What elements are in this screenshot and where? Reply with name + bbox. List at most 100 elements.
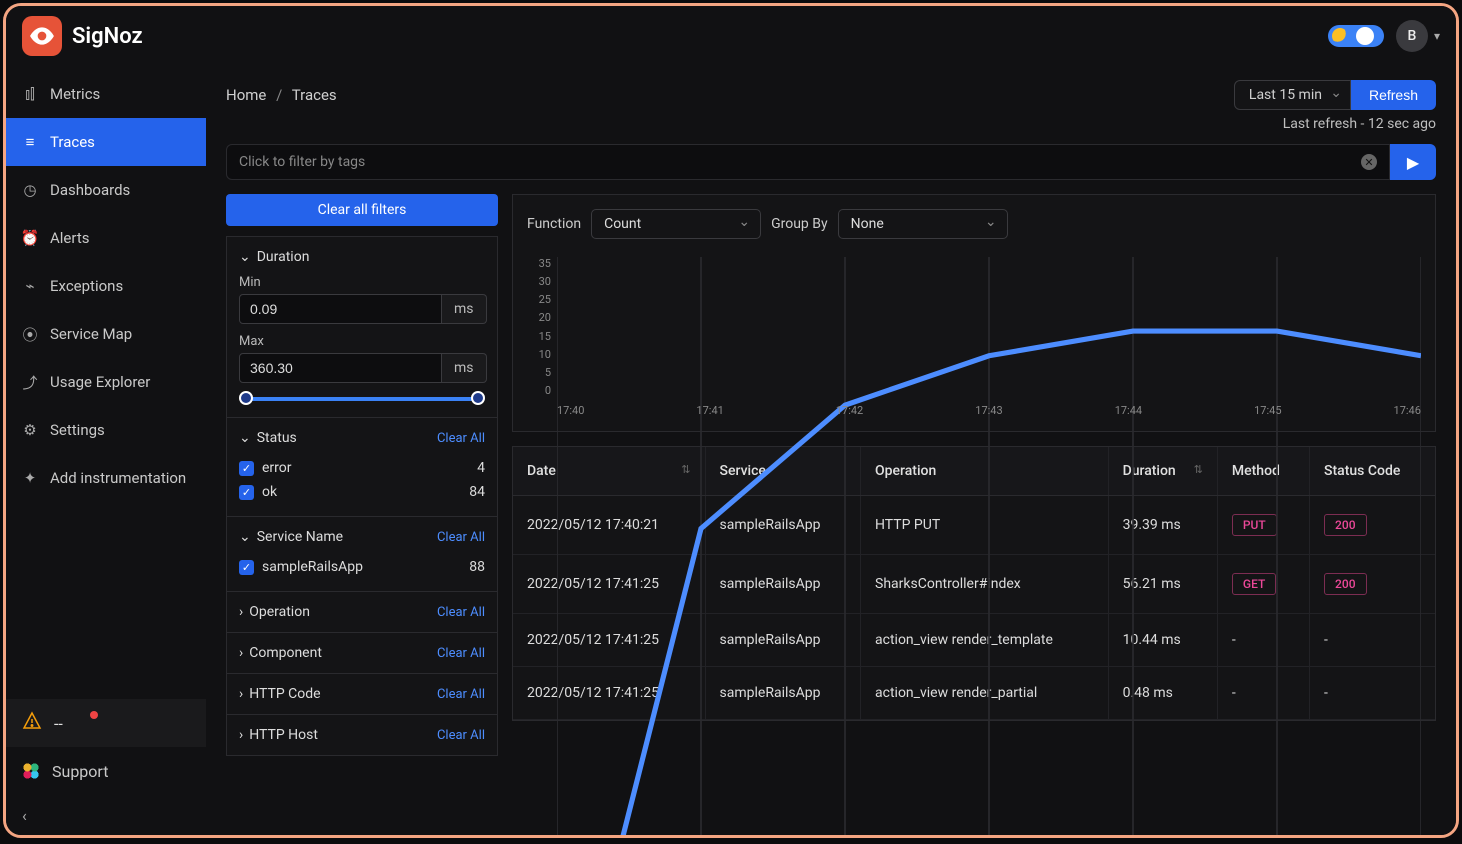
sidebar-item-metrics[interactable]: ⫾⫿ Metrics xyxy=(6,70,206,118)
function-label: Function xyxy=(527,216,581,232)
sidebar: ⫾⫿ Metrics ≡ Traces ◷ Dashboards ⏰ Alert… xyxy=(6,66,206,835)
filter-section-http-host: › HTTP Host Clear All xyxy=(226,714,498,756)
checkbox-icon[interactable]: ✓ xyxy=(239,560,254,575)
chart-y-axis: 35302520151050 xyxy=(527,257,551,397)
bar-chart-icon: ⫾⫿ xyxy=(22,85,38,103)
tag-filter-input[interactable]: Click to filter by tags ✕ xyxy=(226,144,1390,180)
duration-max-input[interactable] xyxy=(239,353,442,383)
status-option-ok[interactable]: ✓ ok 84 xyxy=(239,480,485,504)
support-link[interactable]: Support xyxy=(6,747,206,795)
service-option-sampleRailsApp[interactable]: ✓ sampleRailsApp 88 xyxy=(239,555,485,579)
option-label: sampleRailsApp xyxy=(262,559,363,575)
sidebar-item-alerts[interactable]: ⏰ Alerts xyxy=(6,214,206,262)
duration-slider[interactable] xyxy=(245,397,479,401)
chevron-right-icon[interactable]: › xyxy=(239,645,243,661)
line-chart-icon: ⤴ xyxy=(22,372,38,393)
theme-toggle[interactable] xyxy=(1328,25,1384,47)
option-count: 4 xyxy=(477,460,485,476)
breadcrumb-current: Traces xyxy=(292,86,337,104)
duration-min-input[interactable] xyxy=(239,294,442,324)
section-title: Component xyxy=(249,645,322,661)
function-select[interactable]: Count xyxy=(591,209,761,239)
status-dot-icon xyxy=(90,711,98,719)
breadcrumb: Home / Traces xyxy=(226,86,337,104)
chevron-right-icon[interactable]: › xyxy=(239,727,243,743)
user-menu-caret-icon[interactable]: ▾ xyxy=(1434,29,1440,43)
groupby-select[interactable]: None xyxy=(838,209,1008,239)
checkbox-icon[interactable]: ✓ xyxy=(239,485,254,500)
option-label: ok xyxy=(262,484,277,500)
sidebar-item-label: Service Map xyxy=(50,325,132,343)
filter-section-duration: ⌄ Duration Min ms Max xyxy=(226,236,498,417)
chevron-right-icon[interactable]: › xyxy=(239,604,243,620)
filter-section-http-code: › HTTP Code Clear All xyxy=(226,673,498,714)
min-label: Min xyxy=(239,275,485,290)
status-text: -- xyxy=(54,714,63,733)
max-label: Max xyxy=(239,334,485,349)
rocket-icon: ✦ xyxy=(22,469,38,487)
slider-thumb-min[interactable] xyxy=(239,391,253,405)
section-title: Duration xyxy=(257,249,310,265)
sidebar-item-service-map[interactable]: ⦿ Service Map xyxy=(6,310,206,358)
clear-service-link[interactable]: Clear All xyxy=(437,530,485,545)
app-name: SigNoz xyxy=(72,24,143,49)
option-count: 88 xyxy=(469,559,485,575)
status-option-error[interactable]: ✓ error 4 xyxy=(239,456,485,480)
chevron-down-icon[interactable]: ⌄ xyxy=(239,249,251,265)
filter-section-status: ⌄ Status Clear All ✓ error 4 xyxy=(226,417,498,516)
sidebar-item-settings[interactable]: ⚙ Settings xyxy=(6,406,206,454)
user-avatar[interactable]: B xyxy=(1396,20,1428,52)
checkbox-icon[interactable]: ✓ xyxy=(239,461,254,476)
refresh-button[interactable]: Refresh xyxy=(1351,80,1436,110)
sidebar-item-label: Alerts xyxy=(50,229,90,247)
sidebar-item-usage-explorer[interactable]: ⤴ Usage Explorer xyxy=(6,358,206,406)
filter-section-operation: › Operation Clear All xyxy=(226,591,498,632)
app-logo[interactable]: SigNoz xyxy=(22,16,143,56)
clear-operation-link[interactable]: Clear All xyxy=(437,605,485,620)
chart-plot xyxy=(557,257,1421,835)
clear-input-icon[interactable]: ✕ xyxy=(1361,154,1377,170)
option-label: error xyxy=(262,460,292,476)
sidebar-item-label: Add instrumentation xyxy=(50,469,186,487)
clear-status-link[interactable]: Clear All xyxy=(437,431,485,446)
warning-icon xyxy=(22,711,42,735)
chevron-down-icon[interactable]: ⌄ xyxy=(239,529,251,545)
breadcrumb-home[interactable]: Home xyxy=(226,86,266,104)
clear-httphost-link[interactable]: Clear All xyxy=(437,728,485,743)
sidebar-item-label: Metrics xyxy=(50,85,100,103)
filter-panel: Clear all filters ⌄ Duration Min xyxy=(226,194,498,835)
sidebar-item-add-instrumentation[interactable]: ✦ Add instrumentation xyxy=(6,454,206,502)
chevron-down-icon[interactable]: ⌄ xyxy=(239,430,251,446)
run-query-button[interactable]: ▶ xyxy=(1390,144,1436,180)
groupby-label: Group By xyxy=(771,216,828,232)
sidebar-item-label: Dashboards xyxy=(50,181,130,199)
time-range-picker[interactable]: Last 15 min xyxy=(1234,80,1351,110)
sidebar-item-dashboards[interactable]: ◷ Dashboards xyxy=(6,166,206,214)
chevron-right-icon[interactable]: › xyxy=(239,686,243,702)
filter-section-component: › Component Clear All xyxy=(226,632,498,673)
section-title: Service Name xyxy=(257,529,343,545)
status-indicator[interactable]: -- xyxy=(6,699,206,747)
clear-all-filters-button[interactable]: Clear all filters xyxy=(226,194,498,226)
gear-icon: ⚙ xyxy=(22,421,38,439)
breadcrumb-separator: / xyxy=(276,86,282,104)
chevron-left-icon: ‹ xyxy=(22,806,27,825)
option-count: 84 xyxy=(469,484,485,500)
list-icon: ≡ xyxy=(22,133,38,151)
sidebar-item-exceptions[interactable]: ⌁ Exceptions xyxy=(6,262,206,310)
clear-component-link[interactable]: Clear All xyxy=(437,646,485,661)
section-title: Status xyxy=(257,430,297,446)
eye-icon xyxy=(22,16,62,56)
toggle-knob xyxy=(1356,27,1374,45)
section-title: HTTP Host xyxy=(249,727,318,743)
clear-httpcode-link[interactable]: Clear All xyxy=(437,687,485,702)
sidebar-item-label: Settings xyxy=(50,421,105,439)
chart-container: Function Count Group By None 35302520151… xyxy=(512,194,1436,432)
duration-min-unit: ms xyxy=(442,294,487,324)
slider-thumb-max[interactable] xyxy=(471,391,485,405)
section-title: Operation xyxy=(249,604,310,620)
sidebar-item-traces[interactable]: ≡ Traces xyxy=(6,118,206,166)
support-label: Support xyxy=(52,762,108,781)
sidebar-collapse[interactable]: ‹ xyxy=(6,795,206,835)
bug-icon: ⌁ xyxy=(22,277,38,295)
